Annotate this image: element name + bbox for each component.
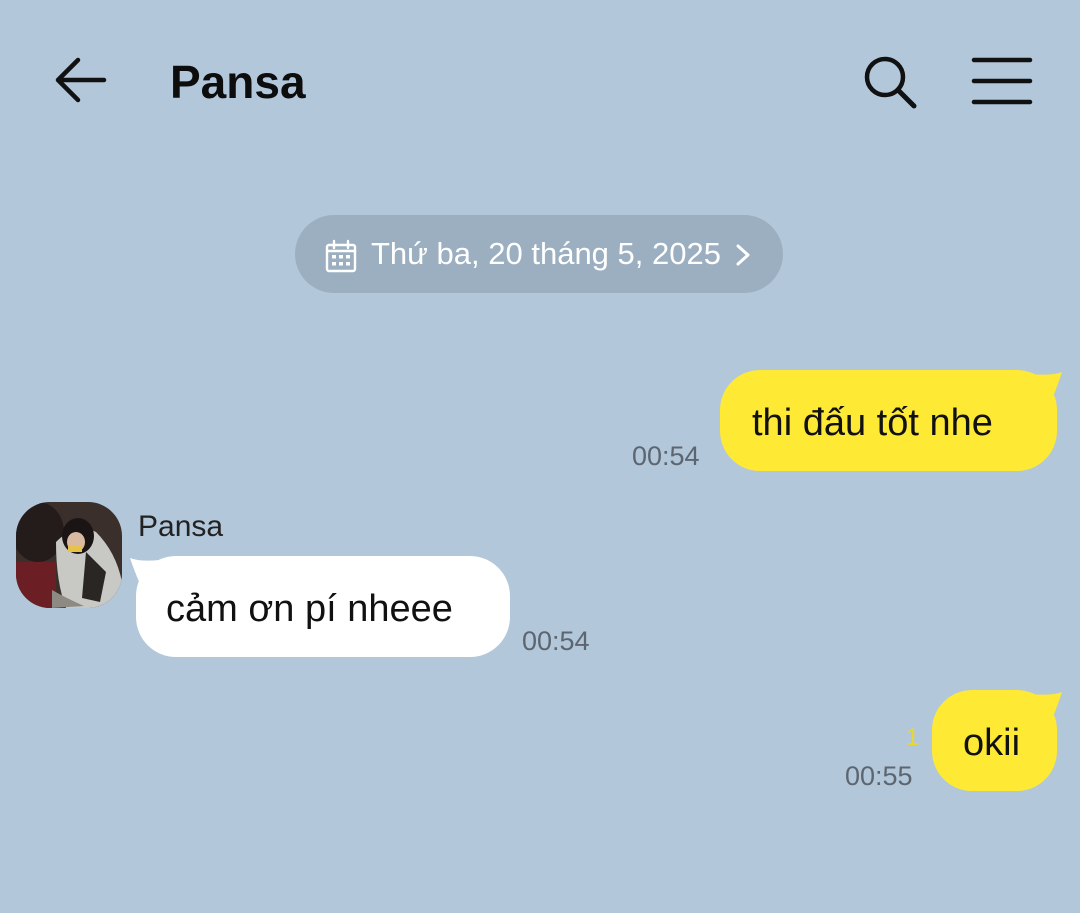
menu-button[interactable] bbox=[970, 54, 1034, 108]
message-text: okii bbox=[963, 722, 1021, 764]
incoming-message-bubble[interactable]: cảm ơn pí nheee bbox=[136, 556, 510, 657]
date-divider[interactable]: Thứ ba, 20 tháng 5, 2025 bbox=[295, 215, 783, 293]
unread-count: 1 bbox=[906, 724, 920, 751]
calendar-icon bbox=[325, 239, 357, 273]
search-icon bbox=[864, 56, 917, 109]
avatar[interactable] bbox=[16, 502, 122, 608]
outgoing-message-bubble[interactable]: okii bbox=[932, 690, 1057, 791]
chat-title: Pansa bbox=[170, 56, 306, 108]
date-divider-text: Thứ ba, 20 tháng 5, 2025 bbox=[371, 236, 721, 271]
back-button[interactable] bbox=[50, 52, 110, 108]
message-time: 00:54 bbox=[522, 626, 590, 656]
sender-name: Pansa bbox=[138, 510, 224, 543]
profile-photo bbox=[16, 502, 122, 608]
search-button[interactable] bbox=[860, 52, 920, 112]
message-text: cảm ơn pí nheee bbox=[166, 588, 453, 630]
hamburger-menu-icon bbox=[971, 57, 1033, 105]
chevron-right-icon bbox=[736, 244, 750, 266]
message-time: 00:54 bbox=[632, 441, 700, 471]
outgoing-message-bubble[interactable]: thi đấu tốt nhe bbox=[720, 370, 1057, 471]
chat-header: Pansa bbox=[0, 0, 1080, 160]
arrow-left-icon bbox=[55, 57, 107, 103]
message-time: 00:55 bbox=[845, 761, 913, 791]
message-text: thi đấu tốt nhe bbox=[752, 402, 993, 444]
